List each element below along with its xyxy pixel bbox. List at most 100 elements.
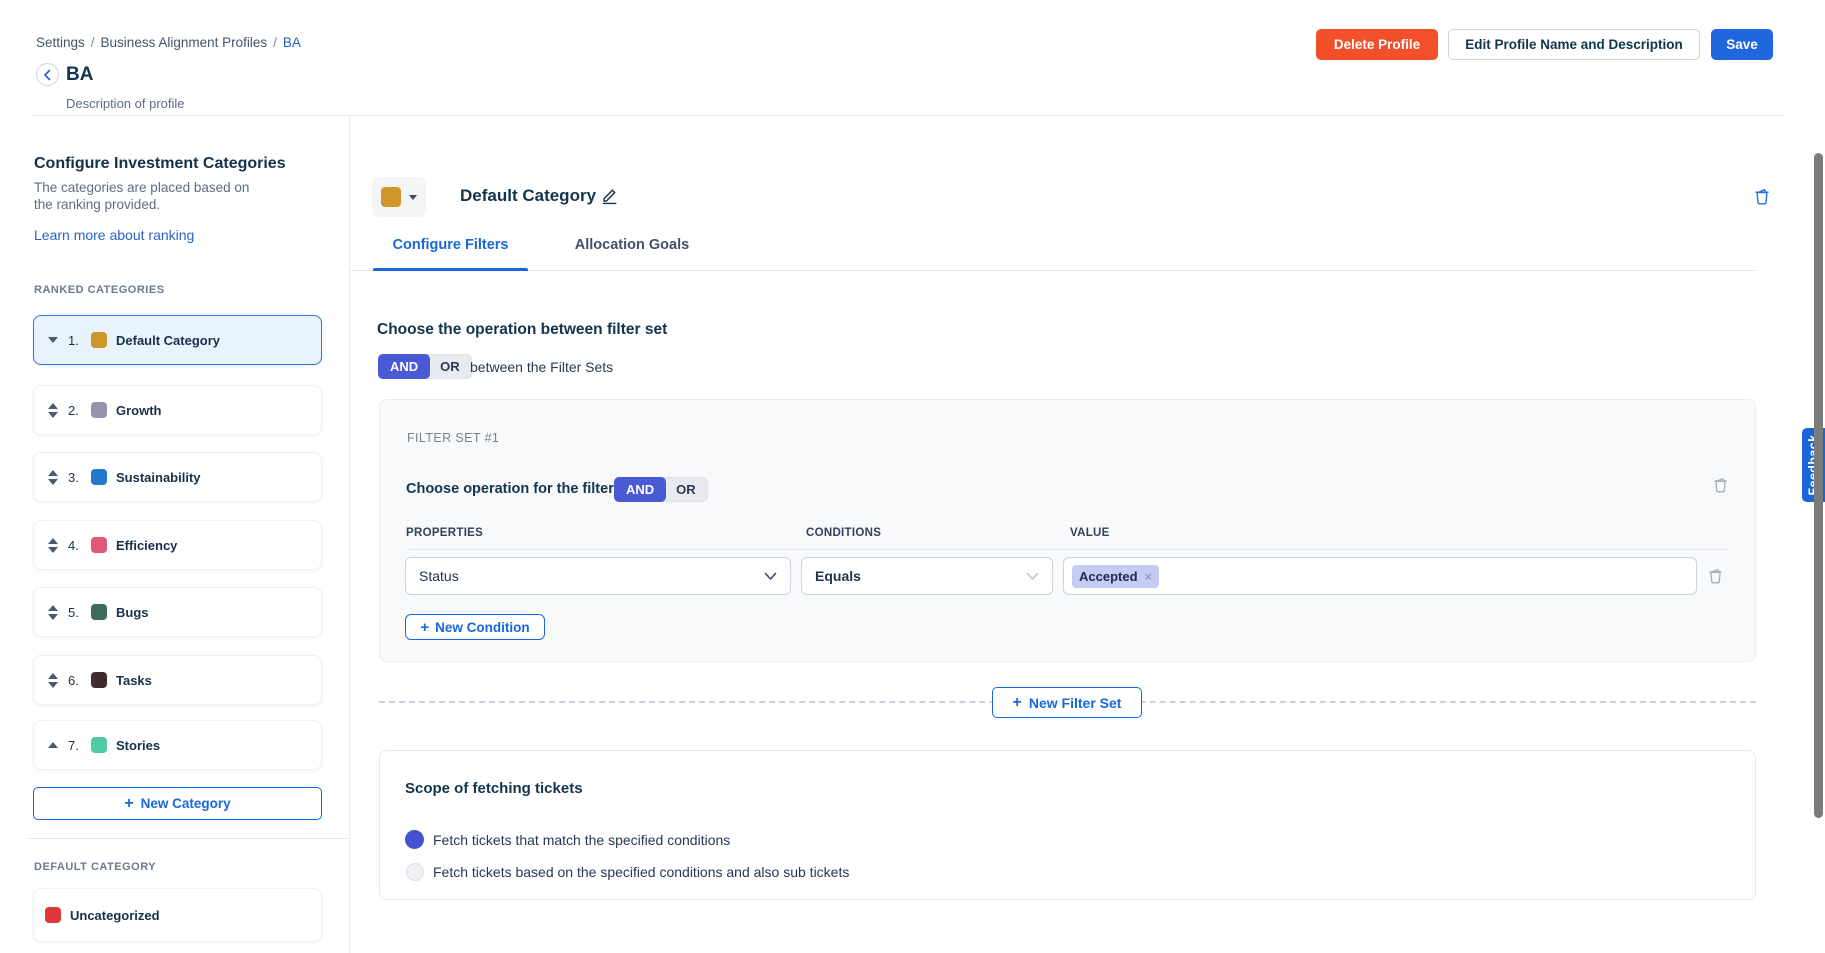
header-divider: [31, 115, 1785, 116]
active-tab-underline: [373, 268, 528, 271]
sort-up-icon: [48, 673, 58, 679]
sort-down-icon: [48, 412, 58, 418]
save-button[interactable]: Save: [1711, 29, 1773, 60]
category-name: Stories: [116, 738, 160, 753]
vertical-scrollbar[interactable]: [1814, 153, 1823, 818]
sort-up-icon: [48, 403, 58, 409]
and-toggle-option[interactable]: AND: [614, 477, 666, 502]
category-rank: 7.: [68, 738, 82, 753]
sort-down-icon: [48, 547, 58, 553]
page-description: Description of profile: [66, 96, 185, 111]
sidebar-divider: [27, 838, 349, 839]
category-item-sustainability[interactable]: 3. Sustainability: [33, 452, 322, 502]
category-item-stories[interactable]: 7. Stories: [33, 720, 322, 770]
category-item-bugs[interactable]: 5. Bugs: [33, 587, 322, 637]
category-color-swatch: [91, 604, 107, 620]
tab-configure-filters[interactable]: Configure Filters: [373, 237, 528, 253]
reorder-handle[interactable]: [46, 538, 59, 553]
new-condition-button[interactable]: + New Condition: [405, 614, 545, 640]
edit-category-name-button[interactable]: [600, 186, 619, 205]
filter-set-card: FILTER SET #1 Choose operation for the f…: [379, 399, 1756, 662]
condition-select[interactable]: Equals: [801, 557, 1053, 595]
column-header-divider: [406, 549, 1730, 550]
category-name: Bugs: [116, 605, 149, 620]
condition-select-value: Equals: [815, 568, 861, 584]
category-rank: 4.: [68, 538, 82, 553]
value-input[interactable]: Accepted ×: [1063, 557, 1697, 595]
category-rank: 2.: [68, 403, 82, 418]
chevron-down-icon: [1026, 572, 1039, 581]
delete-category-button[interactable]: [1754, 187, 1770, 205]
value-chip-label: Accepted: [1079, 569, 1138, 584]
pencil-icon: [600, 186, 619, 205]
sort-up-icon: [48, 470, 58, 476]
arrow-left-icon: [42, 69, 54, 81]
breadcrumb-separator: /: [91, 35, 95, 50]
sort-down-icon: [48, 682, 58, 688]
category-name: Default Category: [116, 333, 220, 348]
delete-profile-button[interactable]: Delete Profile: [1316, 29, 1438, 60]
category-rank: 1.: [68, 333, 82, 348]
reorder-handle[interactable]: [46, 337, 59, 343]
property-select[interactable]: Status: [405, 557, 791, 595]
category-rank: 5.: [68, 605, 82, 620]
sort-up-icon: [48, 605, 58, 611]
ranked-categories-label: RANKED CATEGORIES: [34, 284, 165, 296]
new-category-button[interactable]: + New Category: [33, 787, 322, 820]
category-name: Tasks: [116, 673, 152, 688]
back-button[interactable]: [36, 63, 59, 86]
breadcrumb-profiles[interactable]: Business Alignment Profiles: [101, 35, 268, 50]
property-select-value: Status: [419, 568, 459, 584]
category-item-efficiency[interactable]: 4. Efficiency: [33, 520, 322, 570]
category-name: Growth: [116, 403, 162, 418]
category-item-uncategorized[interactable]: Uncategorized: [33, 888, 322, 942]
chevron-down-icon: [764, 572, 777, 581]
breadcrumb-current: BA: [283, 35, 301, 50]
new-filter-set-button[interactable]: + New Filter Set: [992, 687, 1142, 718]
filter-operator-toggle: AND OR: [614, 477, 708, 502]
sort-up-icon: [48, 538, 58, 544]
tab-allocation-goals[interactable]: Allocation Goals: [557, 237, 707, 253]
scope-card: Scope of fetching tickets Fetch tickets …: [379, 750, 1756, 900]
category-rank: 6.: [68, 673, 82, 688]
new-condition-label: New Condition: [435, 620, 530, 635]
scope-option-label[interactable]: Fetch tickets that match the specified c…: [433, 832, 730, 848]
breadcrumb: Settings / Business Alignment Profiles /…: [36, 35, 301, 50]
category-item-tasks[interactable]: 6. Tasks: [33, 655, 322, 705]
content-divider: [349, 116, 350, 953]
category-color-picker[interactable]: [372, 177, 426, 217]
new-category-label: New Category: [141, 796, 231, 811]
reorder-handle[interactable]: [46, 742, 59, 748]
learn-more-link[interactable]: Learn more about ranking: [34, 227, 194, 243]
category-rank: 3.: [68, 470, 82, 485]
delete-condition-button[interactable]: [1708, 567, 1723, 584]
scope-option-radio-unselected[interactable]: [406, 863, 424, 881]
category-item-growth[interactable]: 2. Growth: [33, 385, 322, 435]
sort-down-icon: [48, 479, 58, 485]
scope-option-label[interactable]: Fetch tickets based on the specified con…: [433, 864, 849, 880]
category-color-swatch: [91, 469, 107, 485]
new-filter-set-label: New Filter Set: [1029, 695, 1122, 711]
default-category-label: DEFAULT CATEGORY: [34, 861, 156, 873]
delete-filter-set-button[interactable]: [1713, 476, 1728, 493]
chip-remove-icon[interactable]: ×: [1145, 570, 1153, 583]
reorder-handle[interactable]: [46, 605, 59, 620]
category-title: Default Category: [460, 186, 596, 206]
or-toggle-option[interactable]: OR: [429, 355, 471, 378]
reorder-handle[interactable]: [46, 673, 59, 688]
chevron-down-icon: [409, 195, 417, 200]
category-name: Efficiency: [116, 538, 177, 553]
or-toggle-option[interactable]: OR: [665, 478, 707, 501]
reorder-handle[interactable]: [46, 403, 59, 418]
edit-profile-button[interactable]: Edit Profile Name and Description: [1448, 29, 1700, 60]
sidebar-subheading: The categories are placed based on the r…: [34, 179, 260, 213]
category-item-default-category[interactable]: 1. Default Category: [33, 315, 322, 365]
between-filter-sets-text: between the Filter Sets: [470, 359, 613, 375]
scope-option-radio-selected[interactable]: [405, 830, 424, 849]
and-toggle-option[interactable]: AND: [378, 354, 430, 379]
column-header-conditions: CONDITIONS: [806, 527, 881, 539]
breadcrumb-settings[interactable]: Settings: [36, 35, 85, 50]
reorder-handle[interactable]: [46, 470, 59, 485]
category-color-swatch: [91, 672, 107, 688]
category-color-swatch: [381, 187, 401, 207]
